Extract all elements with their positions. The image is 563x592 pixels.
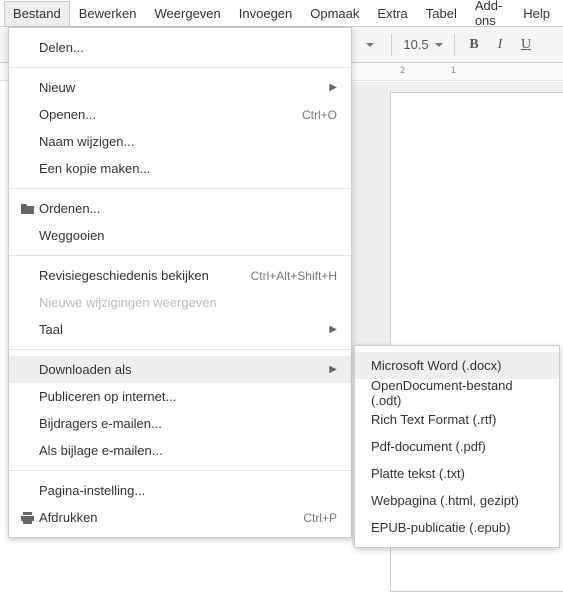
submenu-item-pdf[interactable]: Pdf-document (.pdf) bbox=[355, 433, 559, 460]
menu-item-email-collaborators[interactable]: Bijdragers e-mailen... bbox=[9, 410, 351, 437]
font-size-value: 10.5 bbox=[403, 37, 428, 52]
menu-item-organize[interactable]: Ordenen... bbox=[9, 195, 351, 222]
menu-help[interactable]: Help bbox=[514, 1, 559, 26]
label: Als bijlage e-mailen... bbox=[39, 443, 337, 458]
styles-dropdown[interactable] bbox=[355, 33, 385, 57]
shortcut: Ctrl+Alt+Shift+H bbox=[251, 269, 337, 283]
label: Een kopie maken... bbox=[39, 161, 337, 176]
menu-item-publish[interactable]: Publiceren op internet... bbox=[9, 383, 351, 410]
menu-item-email-attachment[interactable]: Als bijlage e-mailen... bbox=[9, 437, 351, 464]
download-as-submenu: Microsoft Word (.docx) OpenDocument-best… bbox=[354, 345, 560, 548]
menu-bestand[interactable]: Bestand bbox=[4, 1, 70, 26]
bold-button[interactable]: B bbox=[461, 33, 487, 57]
menu-item-print[interactable]: Afdrukken Ctrl+P bbox=[9, 504, 351, 531]
submenu-arrow-icon: ▶ bbox=[329, 364, 337, 375]
menu-item-rename[interactable]: Naam wijzigen... bbox=[9, 128, 351, 155]
label: Openen... bbox=[39, 107, 302, 122]
label: Bijdragers e-mailen... bbox=[39, 416, 337, 431]
menu-item-language[interactable]: Taal ▶ bbox=[9, 316, 351, 343]
label: Taal bbox=[39, 322, 323, 337]
separator bbox=[9, 188, 351, 189]
submenu-item-docx[interactable]: Microsoft Word (.docx) bbox=[355, 352, 559, 379]
label: Publiceren op internet... bbox=[39, 389, 337, 404]
label: Downloaden als bbox=[39, 362, 323, 377]
menu-addons[interactable]: Add-ons bbox=[466, 0, 514, 33]
menu-item-open[interactable]: Openen... Ctrl+O bbox=[9, 101, 351, 128]
menu-item-share[interactable]: Delen... bbox=[9, 34, 351, 61]
label: Nieuwe wijzigingen weergeven bbox=[39, 295, 337, 310]
menu-weergeven[interactable]: Weergeven bbox=[146, 1, 230, 26]
chevron-down-icon bbox=[435, 43, 443, 47]
submenu-item-html[interactable]: Webpagina (.html, gezipt) bbox=[355, 487, 559, 514]
label: Delen... bbox=[39, 40, 337, 55]
menu-item-make-copy[interactable]: Een kopie maken... bbox=[9, 155, 351, 182]
label: Naam wijzigen... bbox=[39, 134, 337, 149]
menu-item-new-changes: Nieuwe wijzigingen weergeven bbox=[9, 289, 351, 316]
separator bbox=[391, 34, 392, 56]
separator bbox=[454, 34, 455, 56]
chevron-down-icon bbox=[366, 43, 374, 47]
file-menu: Delen... Nieuw ▶ Openen... Ctrl+O Naam w… bbox=[8, 27, 352, 538]
submenu-item-odt[interactable]: OpenDocument-bestand (.odt) bbox=[355, 379, 559, 406]
submenu-arrow-icon: ▶ bbox=[329, 82, 337, 93]
underline-button[interactable]: U bbox=[513, 33, 539, 57]
label: Ordenen... bbox=[39, 201, 337, 216]
menu-invoegen[interactable]: Invoegen bbox=[230, 1, 302, 26]
label: Pagina-instelling... bbox=[39, 483, 337, 498]
submenu-arrow-icon: ▶ bbox=[329, 324, 337, 335]
menu-bewerken[interactable]: Bewerken bbox=[70, 1, 146, 26]
menu-item-download-as[interactable]: Downloaden als ▶ bbox=[9, 356, 351, 383]
menubar: Bestand Bewerken Weergeven Invoegen Opma… bbox=[0, 0, 563, 27]
ruler-mark: 2 bbox=[400, 65, 405, 75]
print-icon bbox=[15, 511, 39, 525]
menu-extra[interactable]: Extra bbox=[368, 1, 416, 26]
shortcut: Ctrl+P bbox=[303, 511, 337, 525]
shortcut: Ctrl+O bbox=[302, 108, 337, 122]
separator bbox=[9, 470, 351, 471]
menu-tabel[interactable]: Tabel bbox=[417, 1, 466, 26]
menu-opmaak[interactable]: Opmaak bbox=[301, 1, 368, 26]
separator bbox=[9, 349, 351, 350]
menu-item-new[interactable]: Nieuw ▶ bbox=[9, 74, 351, 101]
folder-icon bbox=[15, 202, 39, 215]
font-size-input[interactable]: 10.5 bbox=[398, 33, 448, 57]
submenu-item-epub[interactable]: EPUB-publicatie (.epub) bbox=[355, 514, 559, 541]
menu-item-trash[interactable]: Weggooien bbox=[9, 222, 351, 249]
submenu-item-rtf[interactable]: Rich Text Format (.rtf) bbox=[355, 406, 559, 433]
menu-item-revision-history[interactable]: Revisiegeschiedenis bekijken Ctrl+Alt+Sh… bbox=[9, 262, 351, 289]
separator bbox=[9, 255, 351, 256]
label: Revisiegeschiedenis bekijken bbox=[39, 268, 251, 283]
italic-button[interactable]: I bbox=[487, 33, 513, 57]
label: Nieuw bbox=[39, 80, 323, 95]
ruler-mark: 1 bbox=[451, 65, 456, 75]
label: Afdrukken bbox=[39, 510, 303, 525]
submenu-item-txt[interactable]: Platte tekst (.txt) bbox=[355, 460, 559, 487]
separator bbox=[9, 67, 351, 68]
label: Weggooien bbox=[39, 228, 337, 243]
menu-item-page-setup[interactable]: Pagina-instelling... bbox=[9, 477, 351, 504]
